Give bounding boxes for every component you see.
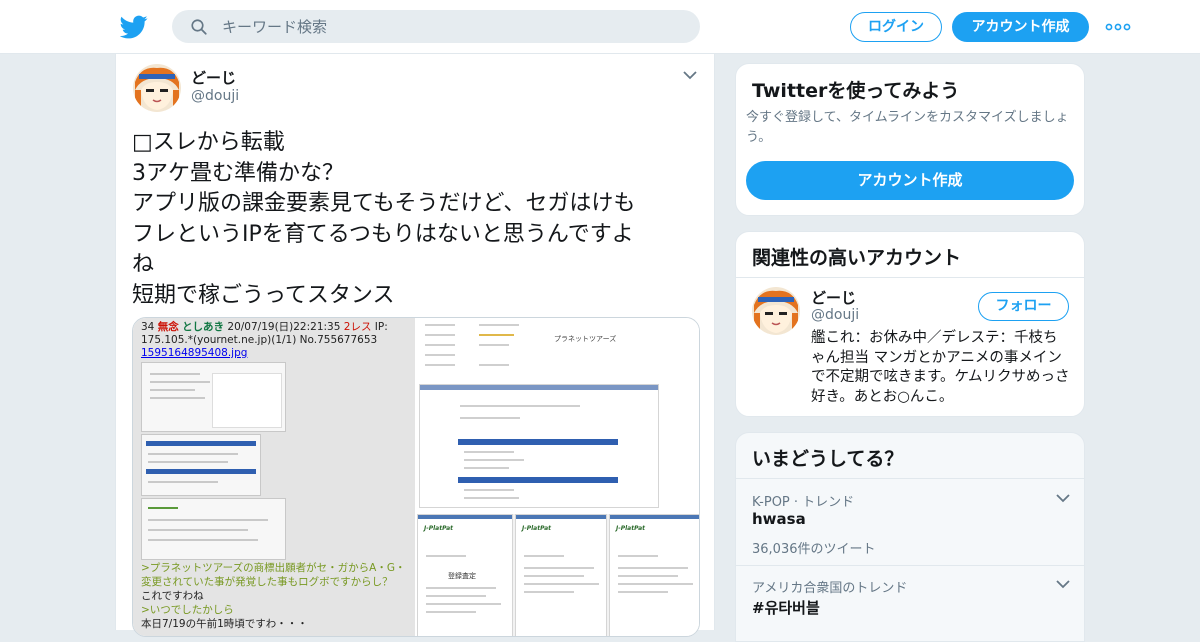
related-accounts-title: 関連性の高いアカウント bbox=[752, 247, 962, 269]
related-accounts-card: 関連性の高いアカウント どーじ @douji フォロー 艦これ：お休み中／デレス… bbox=[735, 231, 1085, 417]
post-file-link[interactable]: 1595164895408.jpg bbox=[141, 347, 247, 360]
follow-button[interactable]: フォロー bbox=[978, 292, 1069, 321]
post-reply: これですわね bbox=[141, 590, 204, 602]
signup-card-title: Twitterを使ってみよう bbox=[752, 80, 960, 102]
post-date: 20/07/19(日)22:21:35 bbox=[227, 321, 341, 333]
signup-card-description: 今すぐ登録して、タイムラインをカスタマイズしましょう。 bbox=[746, 110, 1069, 145]
tweet-text-line: アプリ版の課金要素見てもそうだけど、セガはけも bbox=[132, 191, 636, 216]
screenshot-thumbnail bbox=[141, 434, 261, 496]
post-quote: >いつでしたかしら bbox=[141, 604, 234, 616]
post-reply: 本日7/19の午前1時頃ですわ・・・ bbox=[141, 618, 308, 630]
post-res-count: 2レス bbox=[343, 321, 372, 333]
tweet-text-line: フレというIPを育てるつもりはないと思うんですよ bbox=[132, 221, 634, 247]
account-bio: 艦これ：お休み中／デレステ：千枝ちゃん担当 マンガとかアニメの事メインで不定期で… bbox=[811, 330, 1070, 405]
avatar[interactable] bbox=[752, 287, 800, 335]
author-handle[interactable]: @douji bbox=[191, 88, 239, 104]
tweet-card: どーじ @douji □スレから転載 3アケ畳む準備かな？ アプリ版の課金要素見… bbox=[115, 54, 715, 637]
tweet-text-line: □スレから転載 bbox=[132, 130, 285, 155]
post-header: 34 無念 としあき 20/07/19(日)22:21:35 2レス IP: bbox=[141, 321, 388, 334]
more-dots-icon[interactable] bbox=[1105, 18, 1131, 36]
account-name[interactable]: どーじ bbox=[811, 287, 856, 308]
chevron-down-icon[interactable] bbox=[683, 70, 697, 80]
trend-context: アメリカ合衆国のトレンド bbox=[752, 581, 908, 596]
screenshot-thumbnail bbox=[141, 362, 286, 432]
post-number: 34 bbox=[141, 321, 155, 333]
tweet-media-grid[interactable]: 34 無念 としあき 20/07/19(日)22:21:35 2レス IP: 1… bbox=[132, 317, 700, 637]
media-image-registration-pages[interactable]: J-PlatPat 登録査定 J-PlatPat J-PlatPat bbox=[417, 514, 699, 636]
divider bbox=[736, 277, 1084, 278]
media-image-post-screenshot[interactable]: 34 無念 としあき 20/07/19(日)22:21:35 2レス IP: 1… bbox=[133, 318, 415, 636]
post-quote: >プラネットツアーズの商標出願者がセ・ガからA・G・ bbox=[141, 562, 406, 574]
trend-item[interactable]: アメリカ合衆国のトレンド #유타버블 bbox=[736, 565, 1084, 641]
trend-context: K-POP · トレンド bbox=[752, 495, 855, 510]
post-subject: 無念 bbox=[157, 321, 179, 333]
signup-card: Twitterを使ってみよう 今すぐ登録して、タイムラインをカスタマイズしましょ… bbox=[735, 63, 1085, 216]
post-name: としあき bbox=[182, 321, 225, 333]
trend-name[interactable]: #유타버블 bbox=[752, 597, 820, 618]
tweet-text-line: ね bbox=[132, 252, 155, 277]
account-handle[interactable]: @douji bbox=[811, 307, 859, 323]
author-name[interactable]: どーじ bbox=[191, 67, 236, 88]
search-input[interactable] bbox=[222, 10, 682, 43]
trend-tweet-count: 36,036件のツイート bbox=[752, 542, 876, 557]
avatar[interactable] bbox=[133, 64, 181, 112]
post-ip-line: 175.105.*(yournet.ne.jp)(1/1) No.7556776… bbox=[141, 334, 378, 346]
screenshot-thumbnail bbox=[141, 498, 286, 560]
tweet-text-line: 短期で稼ごうってスタンス bbox=[132, 282, 395, 308]
signup-button[interactable]: アカウント作成 bbox=[952, 12, 1089, 42]
post-quote: 変更されていた事が発覚した事もログボですからし？ bbox=[141, 576, 393, 588]
post-ip-label: IP: bbox=[374, 321, 388, 333]
signup-card-button[interactable]: アカウント作成 bbox=[746, 161, 1074, 200]
twitter-bird-icon[interactable] bbox=[120, 13, 148, 41]
trend-name[interactable]: hwasa bbox=[752, 510, 806, 528]
search-box[interactable] bbox=[172, 10, 700, 43]
trends-title: いまどうしてる？ bbox=[752, 448, 904, 470]
doc-title: プラネットツアーズ bbox=[554, 335, 617, 343]
doc-label: 登録査定 bbox=[448, 572, 476, 580]
trend-item[interactable]: K-POP · トレンド hwasa 36,036件のツイート bbox=[736, 478, 1084, 565]
tweet-text: □スレから転載 3アケ畳む準備かな？ アプリ版の課金要素見てもそうだけど、セガは… bbox=[132, 128, 692, 311]
media-image-trademark-page[interactable]: プラネットツアーズ bbox=[417, 318, 699, 512]
trends-card: いまどうしてる？ K-POP · トレンド hwasa 36,036件のツイート… bbox=[735, 432, 1085, 642]
login-button[interactable]: ログイン bbox=[850, 12, 942, 42]
chevron-down-icon[interactable] bbox=[1056, 493, 1070, 503]
search-icon bbox=[191, 19, 207, 35]
tweet-text-line: 3アケ畳む準備かな？ bbox=[132, 160, 344, 186]
top-navigation-bar: ログイン アカウント作成 bbox=[0, 0, 1200, 54]
chevron-down-icon[interactable] bbox=[1056, 579, 1070, 589]
